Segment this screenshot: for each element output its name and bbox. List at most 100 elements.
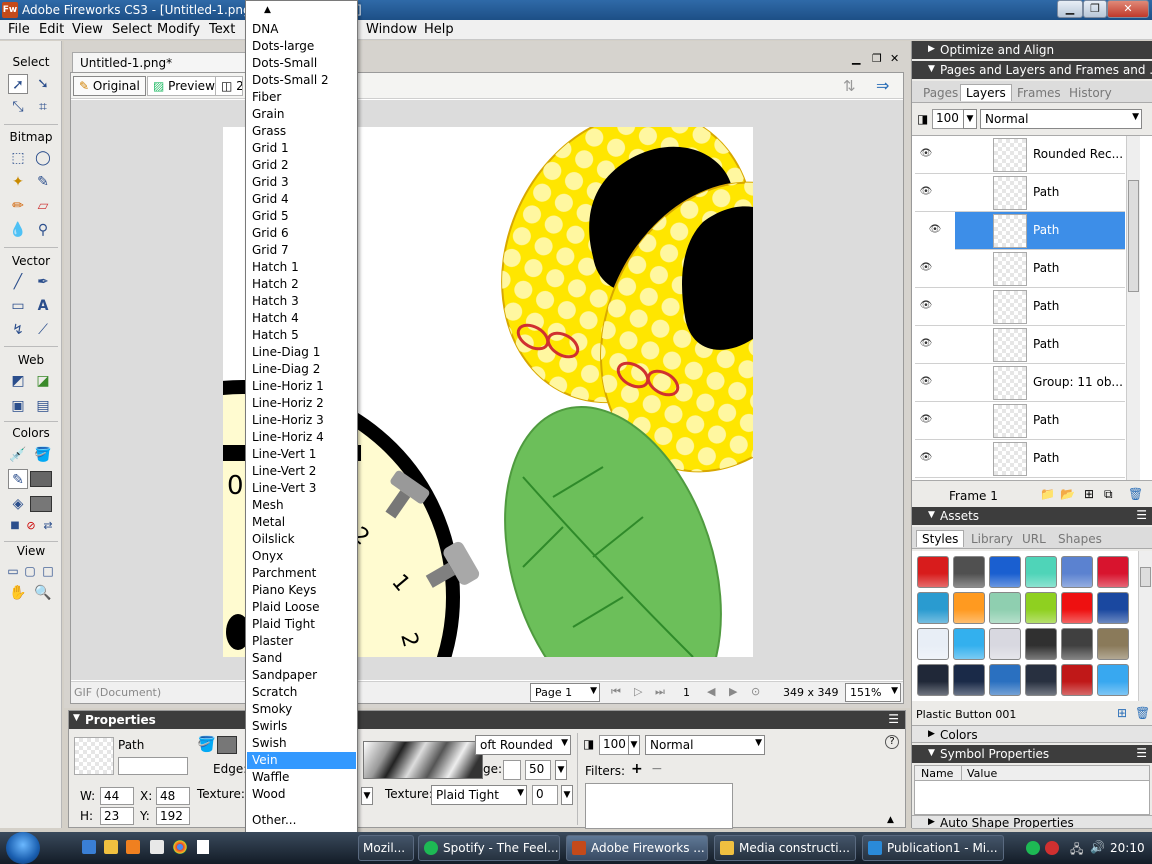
dropdown-item-selected[interactable]: Vein [247, 752, 356, 769]
eye-icon[interactable]: 👁 [917, 186, 935, 197]
start-button[interactable] [6, 832, 40, 864]
dropdown-item[interactable]: Oilslick [247, 531, 356, 548]
fill-color-swatch[interactable] [217, 736, 237, 754]
style-swatch[interactable] [1061, 628, 1093, 660]
dropdown-item[interactable]: Hatch 5 [247, 327, 356, 344]
slice-tool-icon[interactable]: ◪ [33, 371, 53, 391]
hide-slices-icon[interactable]: ▣ [8, 396, 28, 416]
layer-row-selected[interactable]: 👁 Path [915, 212, 1125, 250]
dropdown-item[interactable]: Grid 7 [247, 242, 356, 259]
dropdown-item[interactable]: Hatch 2 [247, 276, 356, 293]
dropdown-item[interactable]: Line-Vert 1 [247, 446, 356, 463]
dropdown-item[interactable]: Sandpaper [247, 667, 356, 684]
antivirus-tray-icon[interactable] [1045, 841, 1059, 855]
taskbar-media-folder[interactable]: Media constructi... [714, 835, 856, 861]
dropdown-item[interactable]: Swish [247, 735, 356, 752]
style-swatch[interactable] [1025, 664, 1057, 696]
show-slices-icon[interactable]: ▤ [33, 396, 53, 416]
dropdown-item[interactable]: Grid 1 [247, 140, 356, 157]
eye-icon[interactable]: 👁 [917, 452, 935, 463]
panel-menu-icon[interactable]: ☰ [1136, 746, 1147, 760]
styles-scrollbar[interactable] [1138, 551, 1152, 701]
doc-minimize-icon[interactable]: ▁ [852, 52, 860, 65]
dropdown-item[interactable]: Line-Vert 2 [247, 463, 356, 480]
zoom-select[interactable]: 151% ▼ [845, 683, 901, 702]
subselect-tool-icon[interactable]: ➘ [33, 74, 53, 94]
style-swatch[interactable] [1097, 628, 1129, 660]
style-swatch[interactable] [1097, 664, 1129, 696]
blend-mode-select[interactable]: Normal ▼ [645, 735, 765, 755]
layer-row[interactable]: 👁 Group: 11 ob... [915, 364, 1125, 402]
chevron-down-icon[interactable]: ▼ [561, 785, 573, 805]
dropdown-item-other[interactable]: Other... [247, 812, 356, 829]
dropdown-item[interactable]: Hatch 4 [247, 310, 356, 327]
knife-tool-icon[interactable]: ⟋ [33, 320, 53, 340]
first-frame-icon[interactable]: ⏮ [611, 685, 621, 699]
hotspot-tool-icon[interactable]: ◩ [8, 371, 28, 391]
eraser-tool-icon[interactable]: ▱ [33, 196, 53, 216]
taskbar-mozilla[interactable]: Mozil... [358, 835, 414, 861]
dropdown-item[interactable]: Mesh [247, 497, 356, 514]
original-view-button[interactable]: ✎ Original [73, 76, 146, 96]
tab-library[interactable]: Library [971, 532, 1013, 546]
blur-tool-icon[interactable]: 💧 [8, 220, 28, 240]
eye-icon[interactable]: 👁 [915, 212, 955, 250]
style-swatch[interactable] [989, 592, 1021, 624]
dropdown-item[interactable]: Line-Horiz 3 [247, 412, 356, 429]
play-icon[interactable]: ▷ [634, 685, 642, 698]
layer-row[interactable]: 👁 Rounded Rec... [915, 136, 1125, 174]
eyedropper-tool-icon[interactable]: 💉 [8, 445, 28, 465]
dropdown-item[interactable]: Sand [247, 650, 356, 667]
pencil-tool-icon[interactable]: ✏ [8, 196, 28, 216]
style-swatch[interactable] [917, 664, 949, 696]
layers-scrollbar[interactable] [1126, 136, 1140, 480]
stroke-color-icon[interactable]: ✎ [8, 469, 28, 489]
eye-icon[interactable]: 👁 [917, 148, 935, 159]
dropdown-item[interactable]: Line-Diag 2 [247, 361, 356, 378]
close-button[interactable]: ✕ [1107, 0, 1149, 18]
new-duplicate-layer-icon[interactable]: ⧉ [1104, 487, 1113, 502]
width-field[interactable]: 44 [100, 787, 134, 805]
dropdown-item[interactable]: Onyx [247, 548, 356, 565]
quick-launch-icon[interactable] [150, 840, 164, 854]
swap-colors-icon[interactable]: ⇄ [38, 516, 58, 536]
menu-text[interactable]: Text [209, 22, 235, 37]
dropdown-item[interactable]: Line-Vert 3 [247, 480, 356, 497]
style-swatch[interactable] [989, 664, 1021, 696]
new-style-icon[interactable]: ⊞ [1117, 706, 1127, 720]
layer-blend-select[interactable]: Normal ▼ [980, 109, 1142, 129]
media-player-icon[interactable] [126, 840, 140, 854]
add-filter-button[interactable]: + [631, 761, 643, 777]
pen-tool-icon[interactable]: ✒ [33, 272, 53, 292]
tab-url[interactable]: URL [1022, 532, 1046, 546]
taskbar-spotify[interactable]: Spotify - The Feel... [418, 835, 560, 861]
style-swatch[interactable] [1097, 556, 1129, 588]
dropdown-item[interactable]: Grass [247, 123, 356, 140]
stroke-tip-select[interactable]: oft Rounded ▼ [475, 735, 571, 755]
freeform-tool-icon[interactable]: ↯ [8, 320, 28, 340]
style-swatch[interactable] [1025, 628, 1057, 660]
scale-tool-icon[interactable]: ⤡ [8, 97, 28, 117]
tab-shapes[interactable]: Shapes [1058, 532, 1102, 546]
text-tool-icon[interactable]: A [33, 296, 53, 316]
show-desktop-icon[interactable] [82, 840, 96, 854]
assets-panel-header[interactable]: ▼ Assets ☰ [912, 507, 1152, 525]
dropdown-item[interactable]: Waffle [247, 769, 356, 786]
edge-swatch[interactable] [503, 760, 521, 780]
auto-shape-properties-header[interactable]: ▶ Auto Shape Properties [912, 815, 1152, 829]
dropdown-item[interactable]: Metal [247, 514, 356, 531]
dropdown-item[interactable]: Swirls [247, 718, 356, 735]
dropdown-item[interactable]: Line-Horiz 2 [247, 395, 356, 412]
style-swatch[interactable] [1025, 592, 1057, 624]
stroke-texture-amount[interactable]: 0 [532, 785, 558, 805]
properties-header[interactable]: ▼ Properties ☰ [69, 711, 905, 729]
last-frame-icon[interactable]: ⏭ [655, 685, 665, 699]
style-swatch[interactable] [989, 628, 1021, 660]
chevron-down-icon[interactable]: ▼ [555, 760, 567, 780]
new-bitmap-icon[interactable]: ⊞ [1084, 487, 1094, 501]
magic-wand-icon[interactable]: ✦ [8, 172, 28, 192]
next-frame-icon[interactable]: ▶ [729, 685, 737, 698]
layer-row[interactable]: 👁 Path [915, 402, 1125, 440]
dropdown-item[interactable]: Smoky [247, 701, 356, 718]
paint-bucket-icon[interactable]: 🪣 [33, 445, 53, 465]
